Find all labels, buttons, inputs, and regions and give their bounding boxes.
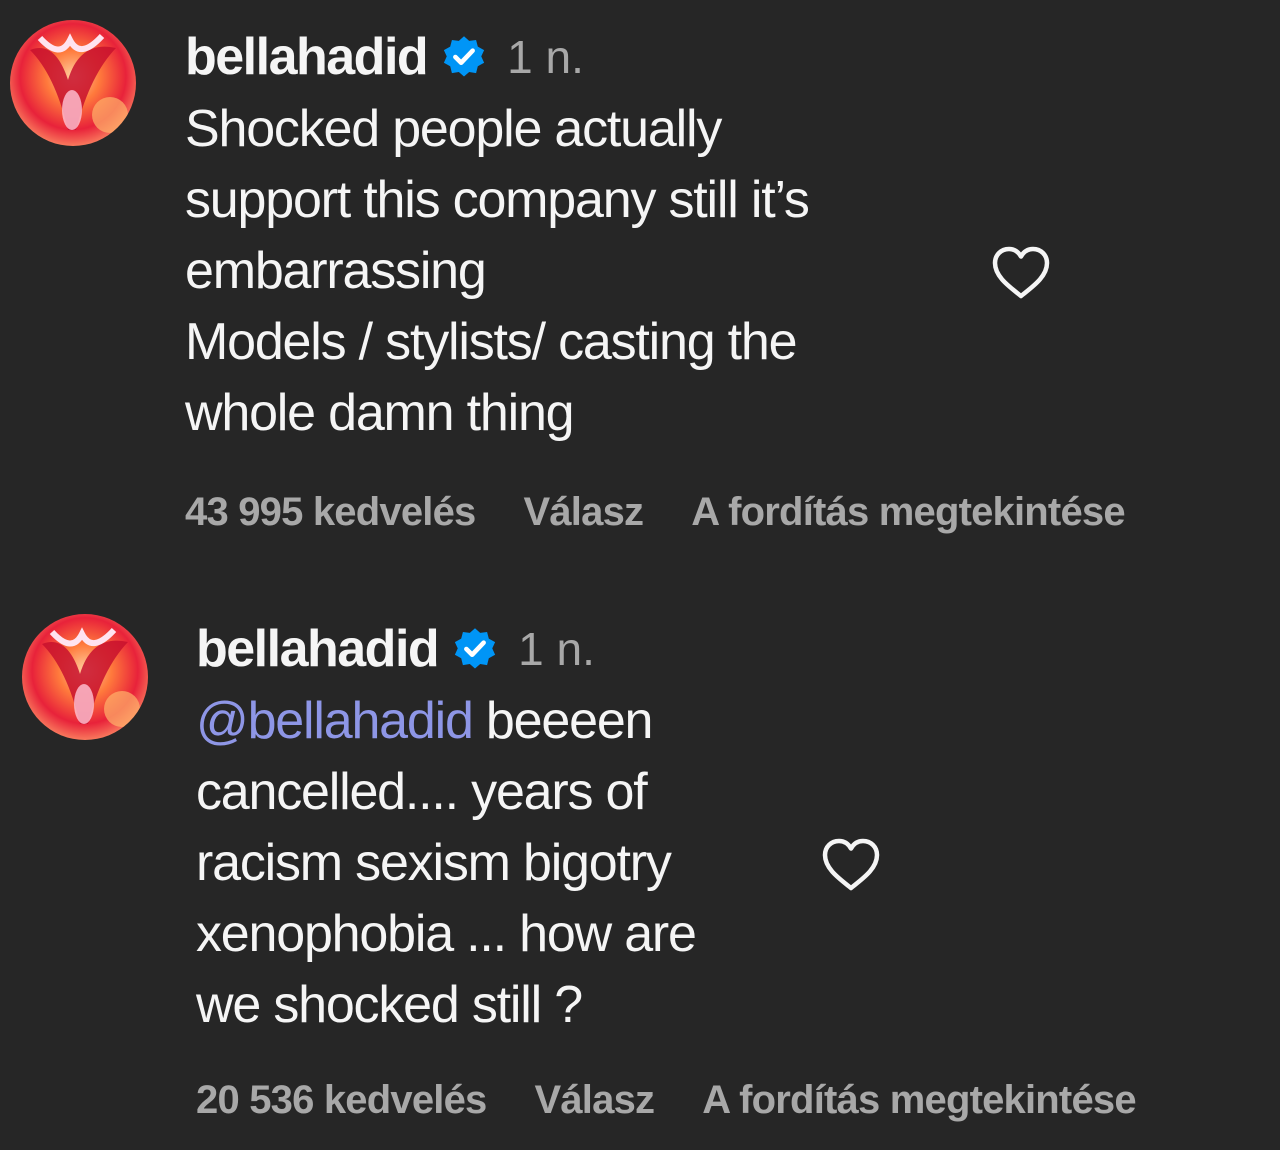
- timestamp: 1 n.: [518, 623, 595, 675]
- comment-line: support this company still it’s: [185, 171, 810, 229]
- comment-header: bellahadid 1 n.: [196, 620, 796, 678]
- comment-line: @bellahadid beeeen: [196, 686, 796, 757]
- see-translation-button[interactable]: A fordítás megtekintése: [691, 490, 1125, 535]
- comment-text-fragment: beeeen: [472, 692, 654, 750]
- comment-header: bellahadid 1 n.: [185, 28, 975, 86]
- comment-line: whole damn thing: [185, 384, 575, 442]
- mention-link[interactable]: @bellahadid: [196, 692, 474, 750]
- timestamp: 1 n.: [507, 31, 584, 83]
- comment-body: bellahadid 1 n. Shocked people actually …: [185, 28, 975, 449]
- verified-badge-icon: [441, 34, 487, 80]
- reply-button[interactable]: Válasz: [523, 490, 644, 535]
- see-translation-button[interactable]: A fordítás megtekintése: [702, 1078, 1136, 1123]
- comment-line: Models / stylists/ casting the: [185, 313, 798, 371]
- comment-line: racism sexism bigotry: [196, 834, 672, 892]
- reply-button[interactable]: Válasz: [534, 1078, 655, 1123]
- like-count[interactable]: 20 536 kedvelés: [196, 1078, 487, 1123]
- comment-line: cancelled.... years of: [196, 763, 648, 821]
- comment-line: Shocked people actually: [185, 100, 722, 158]
- comment-actions: 43 995 kedvelés Válasz A fordítás megtek…: [185, 490, 1126, 535]
- username[interactable]: bellahadid: [196, 619, 440, 679]
- comment-line: embarrassing: [185, 242, 487, 300]
- avatar[interactable]: [22, 614, 148, 740]
- comment-body: bellahadid 1 n. @bellahadid beeeen cance…: [196, 620, 796, 1041]
- comment-text: Shocked people actually support this com…: [185, 94, 975, 449]
- verified-badge-icon: [452, 626, 498, 672]
- heart-outline-icon[interactable]: [990, 244, 1052, 302]
- comment-line: we shocked still ?: [196, 976, 583, 1034]
- avatar[interactable]: [10, 20, 136, 146]
- heart-outline-icon[interactable]: [820, 836, 882, 894]
- comment-line: xenophobia ... how are: [196, 905, 697, 963]
- comments-thread: bellahadid 1 n. Shocked people actually …: [0, 0, 1280, 1150]
- comment-text: @bellahadid beeeen cancelled.... years o…: [196, 686, 796, 1041]
- username[interactable]: bellahadid: [185, 27, 429, 87]
- comment-actions: 20 536 kedvelés Válasz A fordítás megtek…: [196, 1078, 1137, 1123]
- like-count[interactable]: 43 995 kedvelés: [185, 490, 476, 535]
